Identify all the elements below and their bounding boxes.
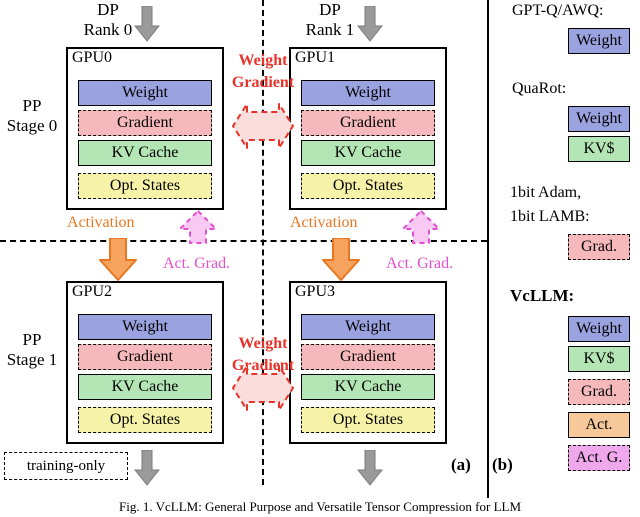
gpu2-title: GPU2: [72, 283, 113, 300]
act-grad-left-arrow-icon: [179, 210, 217, 244]
gpu0-bar-gradient: Gradient: [78, 110, 212, 136]
gpu0-bar-optstates: Opt. States: [78, 173, 212, 199]
gpu1-bar-optstates: Opt. States: [301, 173, 435, 199]
gpu1-bar-gradient: Gradient: [301, 110, 435, 136]
pp-stage1-line1: PP: [22, 330, 42, 349]
weight-gradient-top-arrow-icon: [232, 103, 294, 149]
weight-gradient-bottom-arrow-icon: [232, 365, 294, 411]
activation-right-arrow-icon: [322, 238, 360, 281]
gpu3-bar-gradient: Gradient: [301, 344, 435, 370]
gpu3-bar-kvcache: KV Cache: [301, 374, 435, 400]
gpu2-bar-weight: Weight: [78, 314, 212, 340]
legend-vcllm-bar-weight: Weight: [568, 316, 630, 342]
gpu3-title: GPU3: [295, 283, 336, 300]
act-grad-right-arrow-icon: [402, 210, 440, 244]
gpu1-bar-weight: Weight: [301, 80, 435, 106]
legend-gptq-title: GPT-Q/AWQ:: [512, 2, 604, 19]
pp-stage0-line1: PP: [22, 96, 42, 115]
activation-right-label: Activation: [290, 214, 358, 231]
legend-vcllm-bar-actg: Act. G.: [568, 445, 630, 471]
legend-gptq-bar-weight: Weight: [568, 28, 630, 54]
pp-stage1-line2: Stage 1: [6, 350, 58, 369]
legend-vcllm-bar-kv: KV$: [568, 346, 630, 372]
weight-gradient-top-line1: Weight: [238, 52, 288, 69]
gpu2-bar-gradient: Gradient: [78, 344, 212, 370]
gpu0-bar-kvcache: KV Cache: [78, 140, 212, 166]
activation-left-label: Activation: [67, 214, 135, 231]
weight-gradient-bottom-line1: Weight: [238, 335, 288, 352]
activation-left-arrow-icon: [99, 238, 137, 281]
dp-rank1-arrow-icon: [357, 6, 383, 42]
figure-caption: Fig. 1. VcLLM: General Purpose and Versa…: [118, 499, 522, 514]
panel-b-tag: (b): [492, 455, 513, 474]
pp-stage0-line2: Stage 0: [6, 116, 58, 135]
legend-vcllm-bar-grad: Grad.: [568, 379, 630, 405]
gpu1-bar-kvcache: KV Cache: [301, 140, 435, 166]
weight-gradient-top-line2: Gradient: [231, 74, 295, 91]
legend-vcllm-title: VcLLM:: [510, 286, 575, 305]
legend-1bit-title-line2: 1bit LAMB:: [510, 208, 590, 225]
legend-quarot-bar-kv: KV$: [568, 136, 630, 162]
legend-1bit-bar-grad: Grad.: [568, 234, 630, 260]
gpu2-output-arrow-icon: [134, 450, 160, 486]
gpu3-output-arrow-icon: [357, 450, 383, 486]
gpu0-bar-weight: Weight: [78, 80, 212, 106]
gpu2-bar-kvcache: KV Cache: [78, 374, 212, 400]
training-only-legend: training-only: [4, 452, 128, 480]
act-grad-left-label: Act. Grad.: [163, 255, 231, 272]
gpu2-bar-optstates: Opt. States: [78, 407, 212, 433]
gpu0-title: GPU0: [72, 49, 113, 66]
panel-a-tag: (a): [451, 455, 471, 474]
panel-divider: [487, 0, 489, 498]
figure-root: DP Rank 0 DP Rank 1 PP Stage 0 PP Stage …: [0, 0, 640, 517]
legend-quarot-bar-weight: Weight: [568, 106, 630, 132]
gpu3-bar-optstates: Opt. States: [301, 407, 435, 433]
dp-rank0-arrow-icon: [134, 6, 160, 42]
legend-vcllm-bar-act: Act.: [568, 412, 630, 438]
legend-1bit-title-line1: 1bit Adam,: [510, 184, 582, 201]
legend-quarot-title: QuaRot:: [512, 80, 567, 97]
gpu3-bar-weight: Weight: [301, 314, 435, 340]
act-grad-right-label: Act. Grad.: [386, 255, 454, 272]
